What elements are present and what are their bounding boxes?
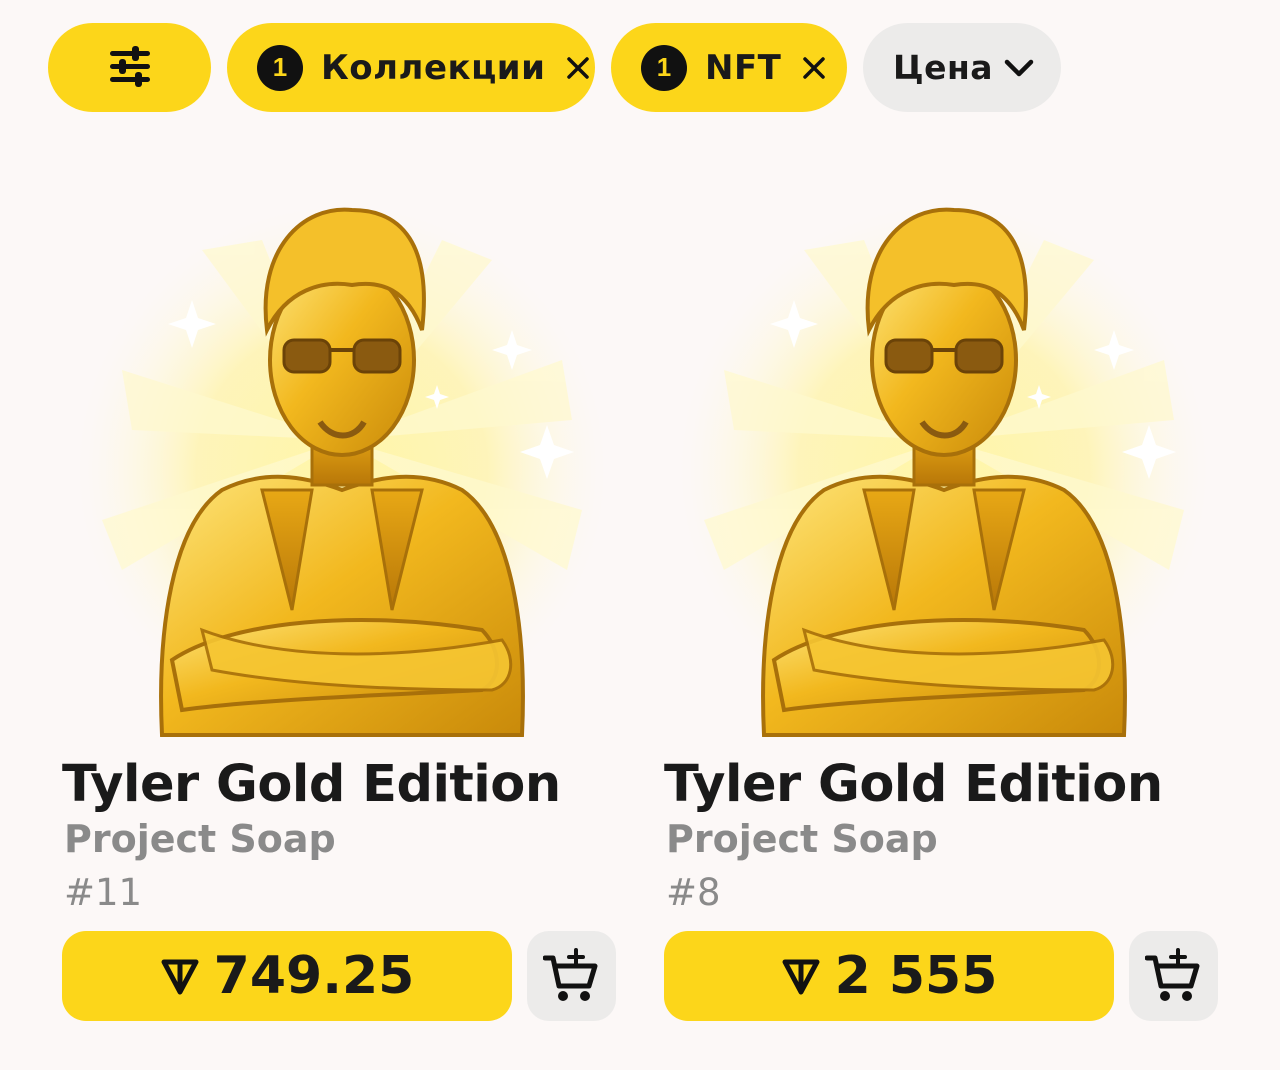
close-icon[interactable] <box>801 55 827 81</box>
price-value: 749.25 <box>213 946 415 1006</box>
nft-image[interactable] <box>62 190 622 750</box>
chevron-down-icon <box>1003 57 1035 79</box>
nft-collection: Project Soap <box>64 817 336 861</box>
filter-chip-label: NFT <box>705 47 782 88</box>
sort-price-label: Цена <box>893 48 994 87</box>
add-to-cart-button[interactable] <box>1129 931 1218 1021</box>
filters-settings-button[interactable] <box>48 23 211 112</box>
nft-image[interactable] <box>664 190 1224 750</box>
filter-chip-nft[interactable]: 1 NFT <box>611 23 847 112</box>
price-value: 2 555 <box>834 946 998 1006</box>
filter-chip-label: Коллекции <box>321 47 546 88</box>
nft-card[interactable]: Tyler Gold Edition Project Soap #8 2 555 <box>664 190 1224 1030</box>
sort-price-dropdown[interactable]: Цена <box>863 23 1061 112</box>
nft-card[interactable]: Tyler Gold Edition Project Soap #11 749.… <box>62 190 622 1030</box>
filter-chip-collections[interactable]: 1 Коллекции <box>227 23 595 112</box>
nft-collection: Project Soap <box>666 817 938 861</box>
buy-price-button[interactable]: 2 555 <box>664 931 1114 1021</box>
count-badge: 1 <box>641 44 687 91</box>
sliders-icon <box>108 43 152 93</box>
ton-icon <box>782 959 820 995</box>
cart-add-icon <box>1144 948 1199 1001</box>
nft-title: Tyler Gold Edition <box>664 755 1163 814</box>
nft-number: #8 <box>666 871 721 914</box>
buy-price-button[interactable]: 749.25 <box>62 931 512 1021</box>
close-icon[interactable] <box>565 55 591 81</box>
nft-number: #11 <box>64 871 143 914</box>
count-badge: 1 <box>257 44 303 91</box>
add-to-cart-button[interactable] <box>527 931 616 1021</box>
nft-title: Tyler Gold Edition <box>62 755 561 814</box>
cart-add-icon <box>542 948 597 1001</box>
ton-icon <box>161 959 199 995</box>
